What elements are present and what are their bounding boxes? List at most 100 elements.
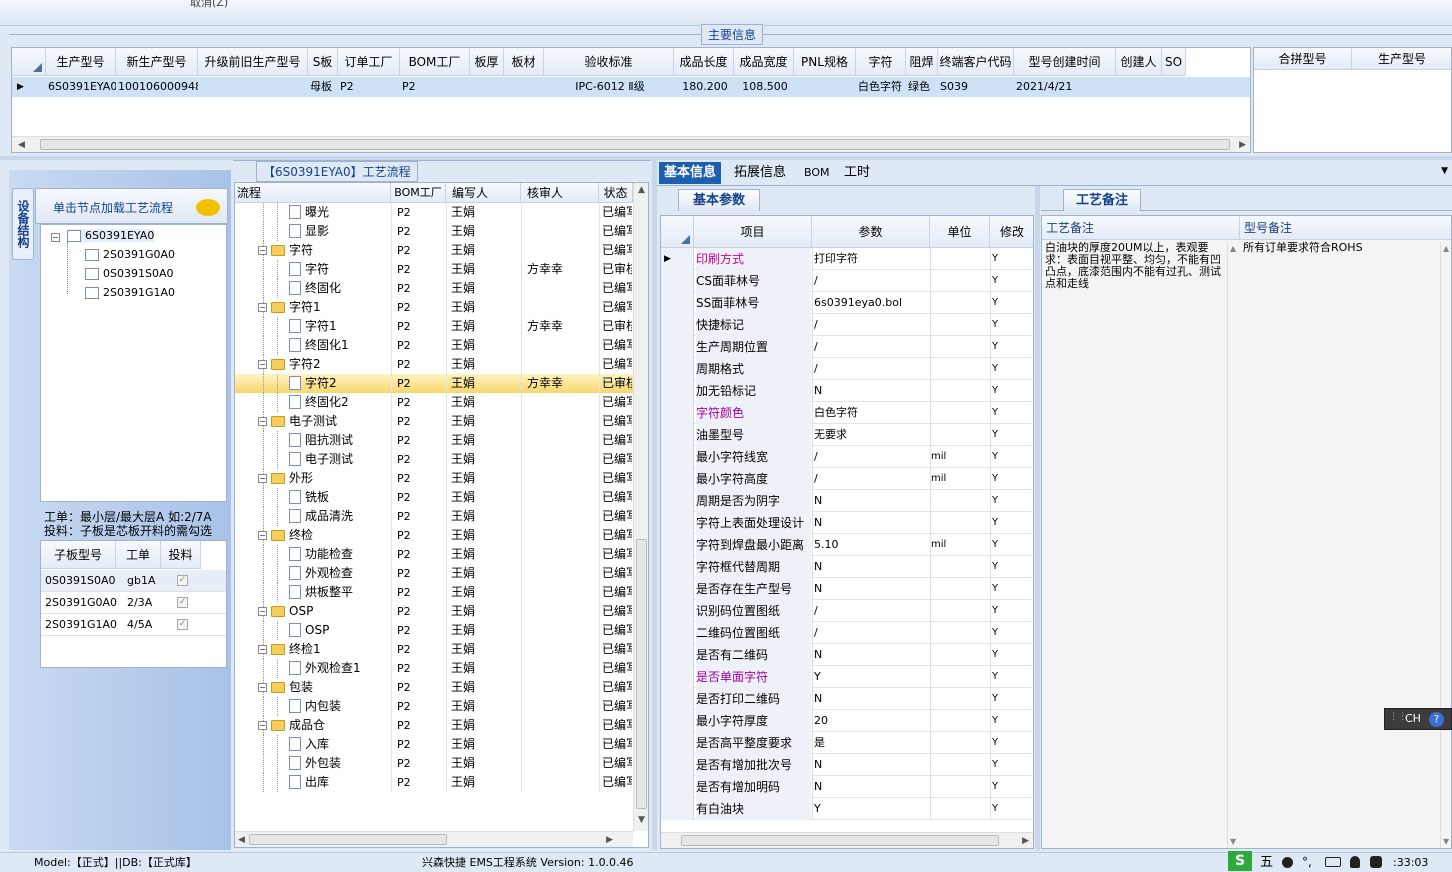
param-value[interactable]: N bbox=[814, 688, 929, 710]
param-value[interactable]: 打印字符 bbox=[814, 248, 929, 270]
main-col-header[interactable]: 板材 bbox=[504, 48, 544, 76]
param-row[interactable]: 是否有二维码 N Y bbox=[661, 644, 1033, 666]
process-row[interactable]: 终固化2 P2 王娟 已编写 bbox=[235, 393, 633, 412]
process-row[interactable]: 字符1 P2 王娟 方幸幸 已审核 bbox=[235, 317, 633, 336]
sub-board-row[interactable]: 2S0391G0A0 2/3A ✓ bbox=[41, 592, 226, 614]
sub-order-cell[interactable]: 2/3A bbox=[127, 593, 152, 613]
param-row[interactable]: 是否存在生产型号 N Y bbox=[661, 578, 1033, 600]
main-cell[interactable]: 10010600094867 bbox=[118, 77, 198, 97]
main-col-header[interactable]: 订单工厂 bbox=[338, 48, 400, 76]
model-note-text[interactable]: 所有订单要求符合ROHS bbox=[1243, 242, 1443, 254]
param-value[interactable]: / bbox=[814, 336, 929, 358]
sub-order-cell[interactable]: 4/5A bbox=[127, 615, 152, 635]
side-tab-equipment[interactable]: 设备结构 bbox=[12, 188, 34, 260]
collapse-icon[interactable]: − bbox=[258, 303, 267, 312]
collapse-icon[interactable]: − bbox=[258, 645, 267, 654]
param-value[interactable]: 无要求 bbox=[814, 424, 929, 446]
process-row[interactable]: OSP P2 王娟 已编写 bbox=[235, 621, 633, 640]
process-row[interactable]: −电子测试 P2 王娟 已编写 bbox=[235, 412, 633, 431]
process-row[interactable]: 烘板整平 P2 王娟 已编写 bbox=[235, 583, 633, 602]
main-col-header[interactable]: PNL规格 bbox=[794, 48, 856, 76]
main-cell[interactable]: P2 bbox=[402, 77, 470, 97]
tree-node-root[interactable]: 6S0391EYA0 bbox=[67, 229, 155, 242]
process-row[interactable]: 电子测试 P2 王娟 已编写 bbox=[235, 450, 633, 469]
param-value[interactable]: / bbox=[814, 314, 929, 336]
process-row[interactable]: 终固化1 P2 王娟 已编写 bbox=[235, 336, 633, 355]
main-cell[interactable]: 108.500 bbox=[736, 77, 794, 97]
keyboard-icon[interactable] bbox=[1325, 857, 1341, 867]
process-row[interactable]: −字符 P2 王娟 已编写 bbox=[235, 241, 633, 260]
param-value[interactable]: 5.10 bbox=[814, 534, 929, 556]
main-col-header[interactable]: 升级前旧生产型号 bbox=[198, 48, 308, 76]
main-cell[interactable]: 6S0391EYA0 bbox=[48, 77, 116, 97]
param-value[interactable]: N bbox=[814, 556, 929, 578]
process-row[interactable]: 入库 P2 王娟 已编写 bbox=[235, 735, 633, 754]
ime-mode-char[interactable]: 五 bbox=[1260, 853, 1273, 872]
param-row[interactable]: 最小字符厚度 20 Y bbox=[661, 710, 1033, 732]
main-cell[interactable]: 绿色 bbox=[908, 77, 938, 97]
process-row[interactable]: −成品仓 P2 王娟 已编写 bbox=[235, 716, 633, 735]
main-col-header[interactable]: 型号创建时间 bbox=[1014, 48, 1116, 76]
feed-checkbox[interactable]: ✓ bbox=[177, 619, 188, 630]
note-scroll[interactable]: ▲ ▼ bbox=[1227, 242, 1239, 848]
process-row[interactable]: −包装 P2 王娟 已编写 bbox=[235, 678, 633, 697]
param-row[interactable]: 快捷标记 / Y bbox=[661, 314, 1033, 336]
param-row[interactable]: SS面菲林号 6s0391eya0.bol Y bbox=[661, 292, 1033, 314]
main-cell[interactable]: P2 bbox=[340, 77, 400, 97]
user-icon[interactable] bbox=[1350, 856, 1360, 868]
tab-bom[interactable]: BOM bbox=[799, 162, 835, 184]
collapse-icon[interactable]: − bbox=[51, 233, 60, 242]
param-row[interactable]: 生产周期位置 / Y bbox=[661, 336, 1033, 358]
param-value[interactable]: N bbox=[814, 512, 929, 534]
main-col-header[interactable]: 成品宽度 bbox=[734, 48, 794, 76]
tab-process-notes[interactable]: 工艺备注 bbox=[1063, 189, 1141, 211]
tree-node-child[interactable]: 2S0391G0A0 bbox=[85, 248, 175, 261]
process-row[interactable]: 字符2 P2 王娟 方幸幸 已审核 bbox=[235, 374, 633, 393]
param-value[interactable]: / bbox=[814, 468, 929, 490]
main-col-header[interactable]: 字符 bbox=[856, 48, 906, 76]
process-row[interactable]: −外形 P2 王娟 已编写 bbox=[235, 469, 633, 488]
punct-icon[interactable]: °, bbox=[1302, 853, 1312, 872]
process-row[interactable]: 显影 P2 王娟 已编写 bbox=[235, 222, 633, 241]
process-row[interactable]: 出库 P2 王娟 已编写 bbox=[235, 773, 633, 792]
main-col-header[interactable]: 验收标准 bbox=[544, 48, 674, 76]
param-row[interactable]: 识别码位置图纸 / Y bbox=[661, 600, 1033, 622]
process-row[interactable]: 曝光 P2 王娟 已编写 bbox=[235, 203, 633, 222]
process-row[interactable]: 外观检查1 P2 王娟 已编写 bbox=[235, 659, 633, 678]
feed-checkbox[interactable]: ✓ bbox=[177, 575, 188, 586]
apps-icon[interactable] bbox=[1370, 856, 1382, 868]
param-value[interactable]: Y bbox=[814, 666, 929, 688]
main-info-row[interactable]: ▶ 6S0391EYA010010600094867母板P2P2IPC-6012… bbox=[12, 77, 1250, 97]
param-value[interactable]: N bbox=[814, 578, 929, 600]
main-col-header[interactable]: BOM工厂 bbox=[400, 48, 470, 76]
process-row[interactable]: −OSP P2 王娟 已编写 bbox=[235, 602, 633, 621]
note-scroll-2[interactable]: ▲ ▼ bbox=[1440, 242, 1451, 848]
main-cell[interactable]: IPC-6012 Ⅱ级 bbox=[546, 77, 674, 97]
param-row[interactable]: 字符到焊盘最小距离 5.10 mil Y bbox=[661, 534, 1033, 556]
process-hscroll[interactable]: ◀ ▶ bbox=[235, 831, 633, 847]
param-row[interactable]: 是否有增加明码 N Y bbox=[661, 776, 1033, 798]
process-row[interactable]: 外观检查 P2 王娟 已编写 bbox=[235, 564, 633, 583]
main-info-hscroll[interactable]: ◀ ▶ bbox=[12, 136, 1250, 152]
main-col-header[interactable]: S板 bbox=[308, 48, 338, 76]
vertical-splitter[interactable] bbox=[652, 160, 657, 850]
main-col-header[interactable]: 阻焊 bbox=[906, 48, 938, 76]
param-row[interactable]: 最小字符线宽 / mil Y bbox=[661, 446, 1033, 468]
param-value[interactable]: N bbox=[814, 380, 929, 402]
main-col-header[interactable]: 成品长度 bbox=[674, 48, 734, 76]
param-row[interactable]: 字符颜色 白色字符 Y bbox=[661, 402, 1033, 424]
main-cell[interactable]: 180.200 bbox=[676, 77, 734, 97]
main-col-header[interactable]: 新生产型号 bbox=[116, 48, 198, 76]
param-row[interactable]: 是否打印二维码 N Y bbox=[661, 688, 1033, 710]
help-icon[interactable]: ? bbox=[1429, 712, 1444, 727]
collapse-icon[interactable]: − bbox=[258, 607, 267, 616]
collapse-icon[interactable]: − bbox=[258, 531, 267, 540]
param-value[interactable]: / bbox=[814, 600, 929, 622]
param-value[interactable]: / bbox=[814, 446, 929, 468]
process-vscroll[interactable]: ▲ ▼ bbox=[633, 183, 648, 831]
process-note-text[interactable]: 白油块的厚度20UM以上，表观要求：表面目视平整、均匀，不能有凹凸点，底漆范围内… bbox=[1045, 242, 1225, 290]
dropdown-arrow-icon[interactable]: ▼ bbox=[1441, 166, 1448, 176]
main-cell[interactable]: 2021/4/21 bbox=[1016, 77, 1116, 97]
param-row[interactable]: 字符框代替周期 N Y bbox=[661, 556, 1033, 578]
ime-toolbar[interactable]: ⋮⋮ CH ? bbox=[1384, 708, 1452, 730]
